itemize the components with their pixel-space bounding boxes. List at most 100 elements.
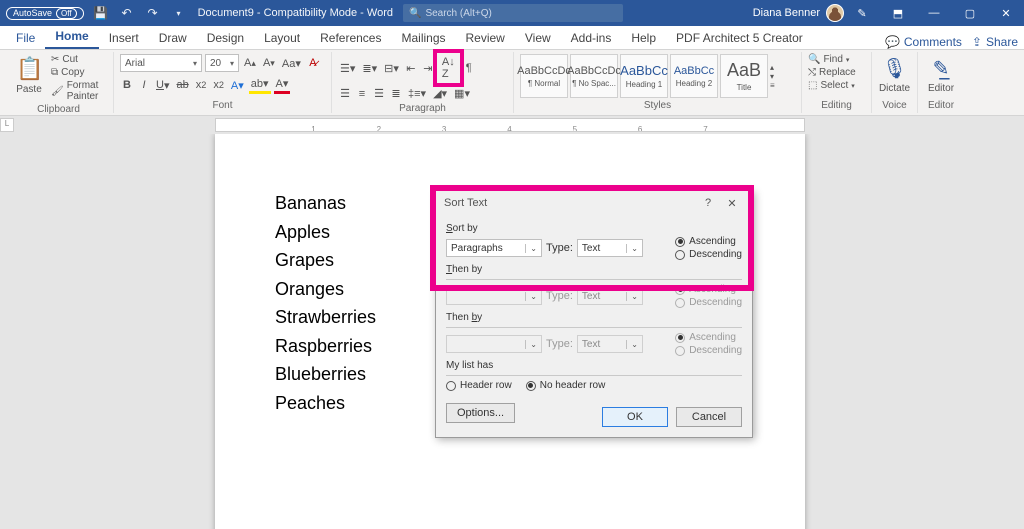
then-by-type-combo-2[interactable]: Text⌄ (577, 335, 643, 353)
format-painter-button[interactable]: 🖌Format Painter (51, 80, 107, 102)
cancel-button[interactable]: Cancel (676, 407, 742, 427)
align-center-button[interactable]: ≡ (355, 87, 369, 101)
then-by-field-combo-1[interactable]: ⌄ (446, 287, 542, 305)
no-header-row-radio[interactable]: No header row (526, 380, 606, 391)
numbering-button[interactable]: ≣▾ (360, 61, 379, 76)
user-account[interactable]: Diana Benner (753, 4, 844, 22)
dictate-button[interactable]: 🎙 Dictate (878, 54, 911, 96)
tab-pdf-architect[interactable]: PDF Architect 5 Creator (666, 27, 813, 49)
ribbon-display-icon[interactable]: ⬒ (880, 0, 916, 26)
dialog-titlebar[interactable]: Sort Text ? ✕ (436, 191, 752, 215)
options-button[interactable]: Options... (446, 403, 515, 423)
line[interactable]: Oranges (275, 275, 376, 304)
paste-button[interactable]: 📋 Paste (10, 54, 48, 97)
tab-addins[interactable]: Add-ins (561, 27, 622, 49)
line[interactable]: Bananas (275, 189, 376, 218)
grow-font-button[interactable]: A▴ (242, 56, 258, 70)
decrease-indent-button[interactable]: ⇤ (404, 61, 418, 76)
strikethrough-button[interactable]: ab (174, 78, 190, 92)
search-box[interactable]: 🔍 Search (Alt+Q) (403, 4, 623, 22)
save-icon[interactable]: 💾 (92, 4, 110, 22)
tab-help[interactable]: Help (621, 27, 666, 49)
copy-button[interactable]: ⧉Copy (51, 67, 107, 78)
qat-dropdown-icon[interactable]: ▾ (170, 4, 188, 22)
maximize-icon[interactable]: ▢ (952, 0, 988, 26)
editor-button[interactable]: ✎̲ Editor (924, 54, 958, 96)
horizontal-ruler[interactable] (215, 118, 805, 132)
line[interactable]: Strawberries (275, 303, 376, 332)
shading-button[interactable]: ◢▾ (431, 86, 449, 101)
show-marks-button[interactable]: ¶ (462, 61, 476, 75)
font-name-combo[interactable]: Arial▾ (120, 54, 202, 72)
share-button[interactable]: ⇪Share (972, 35, 1018, 49)
tab-layout[interactable]: Layout (254, 27, 310, 49)
style-title[interactable]: AaBTitle (720, 54, 768, 98)
select-button[interactable]: ⬚Select▾ (808, 80, 865, 91)
minimize-icon[interactable]: — (916, 0, 952, 26)
tab-home[interactable]: Home (45, 25, 98, 49)
comments-button[interactable]: 💬Comments (885, 35, 962, 49)
line[interactable]: Raspberries (275, 332, 376, 361)
tab-insert[interactable]: Insert (99, 27, 149, 49)
clear-format-button[interactable]: A̷ (306, 56, 320, 70)
ascending-radio-1[interactable]: Ascending (675, 236, 742, 247)
share-label: Share (986, 35, 1018, 49)
autosave-toggle[interactable]: AutoSave Off (6, 7, 84, 20)
style-normal[interactable]: AaBbCcDc¶ Normal (520, 54, 568, 98)
ok-button[interactable]: OK (602, 407, 668, 427)
sort-button[interactable]: AZ↓ (438, 54, 459, 82)
help-button[interactable]: ? (696, 197, 720, 209)
close-icon[interactable]: ✕ (988, 0, 1024, 26)
font-color-button[interactable]: A▾ (274, 76, 291, 94)
style-heading2[interactable]: AaBbCcHeading 2 (670, 54, 718, 98)
tab-file[interactable]: File (6, 27, 45, 49)
then-by-field-combo-2[interactable]: ⌄ (446, 335, 542, 353)
cut-button[interactable]: ✂Cut (51, 54, 107, 65)
header-row-radio[interactable]: Header row (446, 380, 512, 391)
sort-by-field-combo[interactable]: Paragraphs⌄ (446, 239, 542, 257)
tab-draw[interactable]: Draw (149, 27, 197, 49)
find-button[interactable]: 🔍Find▾ (808, 54, 865, 65)
line[interactable]: Blueberries (275, 360, 376, 389)
underline-button[interactable]: U▾ (154, 78, 171, 93)
tab-review[interactable]: Review (456, 27, 515, 49)
line[interactable]: Apples (275, 218, 376, 247)
line[interactable]: Grapes (275, 246, 376, 275)
superscript-button[interactable]: x2 (211, 78, 226, 92)
styles-gallery-scroll[interactable]: ▴ ▾ ≡ (770, 63, 775, 90)
subscript-button[interactable]: x2 (194, 78, 209, 92)
tab-mailings[interactable]: Mailings (391, 27, 455, 49)
italic-button[interactable]: I (137, 78, 151, 92)
tab-design[interactable]: Design (197, 27, 254, 49)
line[interactable]: Peaches (275, 389, 376, 418)
tab-view[interactable]: View (515, 27, 561, 49)
style-no-spacing[interactable]: AaBbCcDc¶ No Spac... (570, 54, 618, 98)
text-effects-button[interactable]: A▾ (229, 78, 246, 93)
sort-by-label: Sort by (446, 223, 742, 234)
bold-button[interactable]: B (120, 78, 134, 92)
increase-indent-button[interactable]: ⇥ (421, 61, 435, 76)
brush-icon: 🖌 (51, 86, 64, 97)
tab-references[interactable]: References (310, 27, 391, 49)
redo-icon[interactable]: ↷ (144, 4, 162, 22)
multilevel-button[interactable]: ⊟▾ (382, 61, 401, 76)
bullets-button[interactable]: ☰▾ (338, 61, 357, 76)
align-left-button[interactable]: ☰ (338, 86, 352, 101)
change-case-button[interactable]: Aa▾ (280, 56, 303, 71)
descending-radio-1[interactable]: Descending (675, 249, 742, 260)
shrink-font-button[interactable]: A▾ (261, 56, 277, 70)
style-heading1[interactable]: AaBbCcHeading 1 (620, 54, 668, 98)
highlight-button[interactable]: ab▾ (249, 76, 271, 94)
replace-button[interactable]: ⤭Replace (808, 67, 865, 78)
align-right-button[interactable]: ☰ (372, 86, 386, 101)
borders-button[interactable]: ▦▾ (452, 86, 472, 101)
close-icon[interactable]: ✕ (720, 197, 744, 210)
sort-by-type-combo[interactable]: Text⌄ (577, 239, 643, 257)
justify-button[interactable]: ≣ (389, 86, 403, 101)
document-text[interactable]: Bananas Apples Grapes Oranges Strawberri… (275, 189, 376, 417)
then-by-type-combo-1[interactable]: Text⌄ (577, 287, 643, 305)
undo-icon[interactable]: ↶ (118, 4, 136, 22)
font-size-combo[interactable]: 20▾ (205, 54, 239, 72)
pending-icon[interactable]: ✎ (844, 0, 880, 26)
line-spacing-button[interactable]: ‡≡▾ (406, 86, 428, 101)
